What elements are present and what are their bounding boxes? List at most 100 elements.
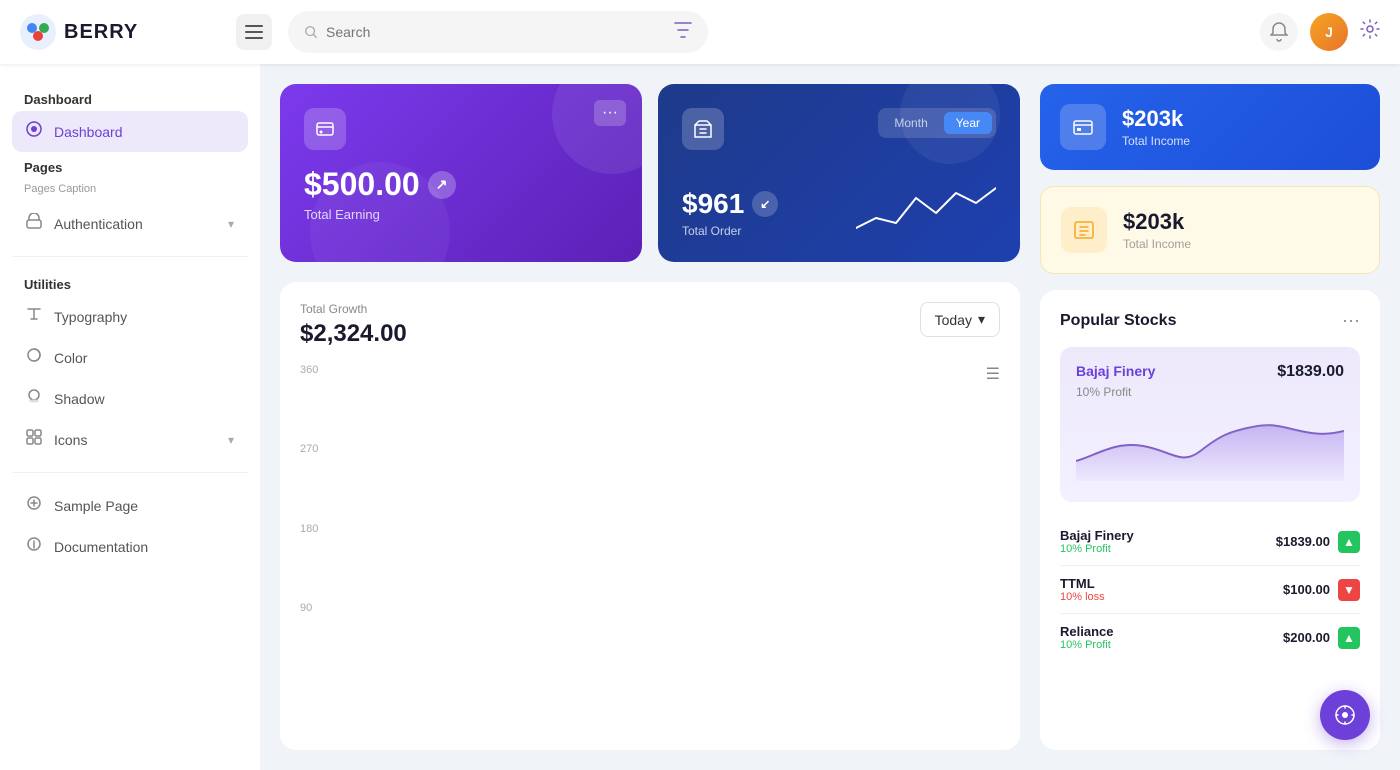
stock-name-bajaj: Bajaj Finery	[1060, 528, 1134, 543]
sample-page-icon	[26, 495, 42, 516]
app-name: BERRY	[64, 21, 138, 44]
hamburger-button[interactable]	[236, 14, 272, 50]
month-button[interactable]: Month	[882, 112, 939, 134]
stock-list-item: TTML 10% loss $100.00 ▼	[1060, 566, 1360, 614]
filter-button[interactable]	[674, 22, 692, 43]
typography-icon	[26, 306, 42, 327]
content-left: ··· $500.00 ↗ Total Earning	[280, 84, 1020, 750]
sidebar-divider-1	[12, 256, 248, 257]
income-blue-text: $203k Total Income	[1122, 106, 1190, 148]
growth-title: Total Growth	[300, 302, 407, 316]
auth-chevron: ▾	[228, 217, 234, 231]
color-icon	[26, 347, 42, 368]
stock-featured: Bajaj Finery $1839.00 10% Profit	[1060, 347, 1360, 502]
month-year-toggle: Month Year	[878, 108, 996, 138]
dashboard-section-title: Dashboard	[12, 84, 248, 111]
income-blue-label: Total Income	[1122, 134, 1190, 148]
chart-y-labels: 360 270 180 90	[300, 364, 318, 614]
documentation-label: Documentation	[54, 539, 148, 555]
sidebar: Dashboard Dashboard Pages Pages Caption …	[0, 64, 260, 770]
stock-sub-reliance: 10% Profit	[1060, 639, 1113, 651]
topbar: BERRY J	[0, 0, 1400, 64]
income-card-yellow: $203k Total Income	[1040, 186, 1380, 274]
typography-label: Typography	[54, 309, 127, 325]
growth-header: Total Growth $2,324.00 Today ▾	[300, 302, 1000, 348]
shadow-icon	[26, 388, 42, 409]
earning-icon-wrap	[304, 108, 346, 150]
sample-page-label: Sample Page	[54, 498, 138, 514]
stock-list-left: Bajaj Finery 10% Profit	[1060, 528, 1134, 555]
stock-right-bajaj: $1839.00 ▲	[1276, 531, 1360, 553]
sidebar-item-dashboard[interactable]: Dashboard	[12, 111, 248, 152]
dashboard-label: Dashboard	[54, 124, 123, 140]
badge-up-reliance: ▲	[1338, 627, 1360, 649]
income-yellow-label: Total Income	[1123, 237, 1191, 251]
order-label: Total Order	[682, 224, 778, 238]
top-cards: ··· $500.00 ↗ Total Earning	[280, 84, 1020, 262]
stock-featured-profit: 10% Profit	[1076, 385, 1344, 399]
income-yellow-text: $203k Total Income	[1123, 209, 1191, 251]
today-button[interactable]: Today ▾	[920, 302, 1000, 337]
stock-right-ttml: $100.00 ▼	[1283, 579, 1360, 601]
search-bar	[288, 11, 708, 53]
income-card-blue: $203k Total Income	[1040, 84, 1380, 170]
content-area: ··· $500.00 ↗ Total Earning	[260, 64, 1400, 770]
earning-more-button[interactable]: ···	[594, 100, 626, 126]
popular-stocks-card: Popular Stocks ··· Bajaj Finery $1839.00…	[1040, 290, 1380, 750]
stock-name-ttml: TTML	[1060, 576, 1105, 591]
icons-chevron: ▾	[228, 433, 234, 447]
search-icon	[304, 24, 318, 40]
icons-label: Icons	[54, 432, 87, 448]
stock-price-reliance: $200.00	[1283, 630, 1330, 645]
sidebar-item-authentication[interactable]: Authentication ▾	[12, 203, 248, 244]
badge-up-bajaj: ▲	[1338, 531, 1360, 553]
order-bottom: $961 ↙ Total Order	[682, 178, 996, 238]
income-yellow-amount: $203k	[1123, 209, 1191, 235]
sidebar-item-documentation[interactable]: Documentation	[12, 526, 248, 567]
card-total-order: Month Year $961 ↙ Total Order	[658, 84, 1020, 262]
earning-amount: $500.00 ↗	[304, 166, 618, 203]
growth-amount: $2,324.00	[300, 320, 407, 348]
stock-sub-ttml: 10% loss	[1060, 591, 1105, 603]
utilities-section-title: Utilities	[12, 269, 248, 296]
stocks-more-button[interactable]: ···	[1342, 310, 1360, 331]
stock-price-ttml: $100.00	[1283, 582, 1330, 597]
sidebar-item-sample-page[interactable]: Sample Page	[12, 485, 248, 526]
stock-sub-bajaj: 10% Profit	[1060, 543, 1134, 555]
main-layout: Dashboard Dashboard Pages Pages Caption …	[0, 64, 1400, 770]
gear-button[interactable]	[1360, 19, 1380, 45]
logo-icon	[20, 14, 56, 50]
chevron-down-icon: ▾	[978, 311, 985, 328]
card-total-earning: ··· $500.00 ↗ Total Earning	[280, 84, 642, 262]
auth-icon	[26, 213, 42, 234]
stock-featured-sparkline	[1076, 411, 1344, 481]
stocks-title: Popular Stocks	[1060, 312, 1176, 330]
order-icon-wrap	[682, 108, 724, 150]
year-button[interactable]: Year	[944, 112, 992, 134]
dashboard-icon	[26, 121, 42, 142]
auth-label: Authentication	[54, 216, 143, 232]
shadow-label: Shadow	[54, 391, 105, 407]
earning-label: Total Earning	[304, 207, 618, 222]
search-input[interactable]	[326, 24, 666, 40]
sidebar-item-typography[interactable]: Typography	[12, 296, 248, 337]
stock-name-reliance: Reliance	[1060, 624, 1113, 639]
order-amount: $961 ↙	[682, 188, 778, 220]
pages-caption: Pages Caption	[12, 179, 248, 203]
order-arrow-down: ↙	[752, 191, 778, 217]
bell-button[interactable]	[1260, 13, 1298, 51]
icons-icon	[26, 429, 42, 450]
stock-list-item: Bajaj Finery 10% Profit $1839.00 ▲	[1060, 518, 1360, 566]
fab-button[interactable]	[1320, 690, 1370, 740]
sidebar-item-color[interactable]: Color	[12, 337, 248, 378]
avatar[interactable]: J	[1310, 13, 1348, 51]
logo-area: BERRY	[20, 14, 220, 50]
sidebar-item-icons[interactable]: Icons ▾	[12, 419, 248, 460]
income-blue-amount: $203k	[1122, 106, 1190, 132]
growth-card: Total Growth $2,324.00 Today ▾ ☰ 360 270…	[280, 282, 1020, 750]
sidebar-divider-2	[12, 472, 248, 473]
order-top: Month Year	[682, 108, 996, 166]
stocks-header: Popular Stocks ···	[1060, 310, 1360, 331]
sidebar-item-shadow[interactable]: Shadow	[12, 378, 248, 419]
chart-bars	[340, 364, 990, 614]
